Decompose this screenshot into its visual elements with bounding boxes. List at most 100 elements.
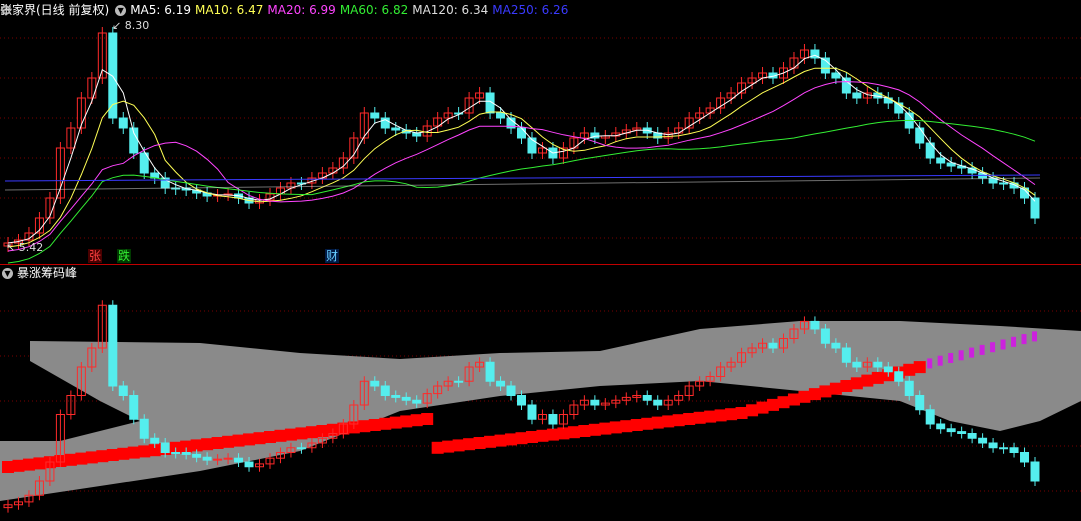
chip-peak-block [798, 390, 811, 403]
chip-peak-block [243, 433, 256, 446]
chip-peak-block [368, 419, 381, 431]
candle-body [370, 112, 380, 119]
chip-peak-block [431, 441, 444, 454]
chip-peak-block [274, 429, 287, 442]
chip-peak-block [515, 432, 528, 445]
chip-peak-tail [948, 353, 954, 363]
candle-body [946, 428, 956, 433]
chip-peak-tail [927, 358, 933, 369]
candle-body [129, 395, 139, 420]
event-marker-finance[interactable]: 财 [325, 249, 340, 263]
candle-body [820, 328, 830, 344]
chip-peak-block [389, 416, 402, 429]
chip-peak-block [808, 388, 821, 401]
chip-peak-block [222, 435, 235, 448]
candle-body [978, 437, 988, 444]
chip-peak-block [22, 458, 35, 471]
candle-body [181, 452, 191, 455]
chip-peak-block [714, 409, 727, 422]
candle-body [925, 409, 935, 425]
chip-distribution-band [0, 321, 1081, 501]
candle-body [967, 433, 977, 439]
sub-indicator-title: 暴涨筹码峰 [17, 266, 78, 280]
chip-peak-block [305, 426, 318, 439]
candle-body [999, 182, 1009, 185]
candle-body [391, 395, 401, 398]
candle-body [925, 142, 935, 159]
chip-peak-block [746, 404, 759, 417]
chip-peak-chart[interactable] [0, 281, 1081, 521]
candle-body [412, 399, 422, 404]
chip-peak-block [452, 439, 465, 452]
chip-peak-block [284, 428, 297, 441]
chip-peak-block [756, 401, 769, 414]
chip-peak-block [787, 393, 800, 406]
candle-body [517, 127, 526, 139]
chip-peak-block [263, 431, 276, 443]
menu-icon[interactable] [0, 4, 12, 16]
chip-peak-block [651, 416, 664, 429]
chip-peak-block [536, 429, 549, 442]
chip-peak-block [410, 414, 423, 427]
candle-body [1030, 461, 1040, 482]
candlestick-chart[interactable] [0, 18, 1081, 264]
chip-peak-block [117, 447, 130, 460]
moving-average-line [7, 54, 1036, 244]
candle-body [894, 371, 904, 382]
candle-body [904, 380, 914, 396]
chip-peak-block [620, 420, 633, 433]
candle-body [171, 452, 181, 454]
chip-peak-block [127, 446, 140, 459]
candle-body [118, 385, 128, 396]
candle-body [296, 447, 306, 450]
candle-body [527, 404, 537, 420]
chip-peak-block [871, 371, 884, 384]
sub-indicator-toggle-icon[interactable]: ▼ [2, 268, 13, 279]
chip-peak-tail [979, 344, 985, 355]
candle-body [139, 418, 149, 439]
chip-peak-block [253, 432, 266, 445]
candle-body [831, 72, 841, 79]
chip-peak-block [599, 422, 612, 435]
chip-peak-block [567, 426, 580, 439]
indicator-toggle-icon[interactable]: ▼ [115, 5, 127, 16]
event-marker-fall[interactable]: 跌 [117, 249, 132, 263]
chip-peak-block [201, 438, 214, 451]
chip-peak-block [588, 423, 601, 436]
candle-body [391, 127, 401, 131]
candle-body [873, 361, 883, 368]
candle-body [936, 157, 946, 164]
chip-peak-tail [969, 347, 975, 358]
chip-peak-block [232, 434, 245, 447]
candle-body [852, 92, 862, 99]
chip-peak-block [442, 440, 455, 453]
chip-peak-block [840, 380, 853, 392]
candle-body [548, 414, 558, 425]
chip-peak-block [138, 445, 151, 458]
chip-peak-block [630, 419, 643, 431]
chip-peak-tail [937, 355, 943, 366]
candle-body [768, 342, 778, 349]
chip-peak-block [96, 450, 109, 463]
candle-body [496, 112, 506, 119]
chip-peak-block [525, 431, 538, 443]
chip-peak-block [75, 452, 88, 465]
chip-peak-block [662, 415, 675, 428]
chip-peak-block [33, 457, 46, 470]
candle-body [653, 399, 663, 406]
chip-peak-block [64, 453, 77, 466]
candle-body [213, 458, 223, 461]
chip-peak-block [358, 420, 371, 433]
candle-body [485, 361, 495, 382]
high-price-label: ↙ 8.30 [112, 19, 150, 32]
ma60-label: MA60: 6.82 [339, 3, 409, 17]
main-chart-header: 张家界(日线 前复权) ▼ MA5: 6.19 MA10: 6.47 MA20: 6.9… [0, 2, 572, 18]
ma250-label: MA250: 6.26 [492, 3, 569, 17]
chip-peak-block [463, 438, 476, 451]
candle-body [841, 347, 851, 363]
event-marker-rise[interactable]: 张 [88, 249, 103, 263]
chip-peak-block [767, 398, 780, 411]
chip-peak-tail [958, 350, 964, 361]
chip-peak-block [400, 415, 413, 428]
chip-peak-block [578, 425, 591, 437]
